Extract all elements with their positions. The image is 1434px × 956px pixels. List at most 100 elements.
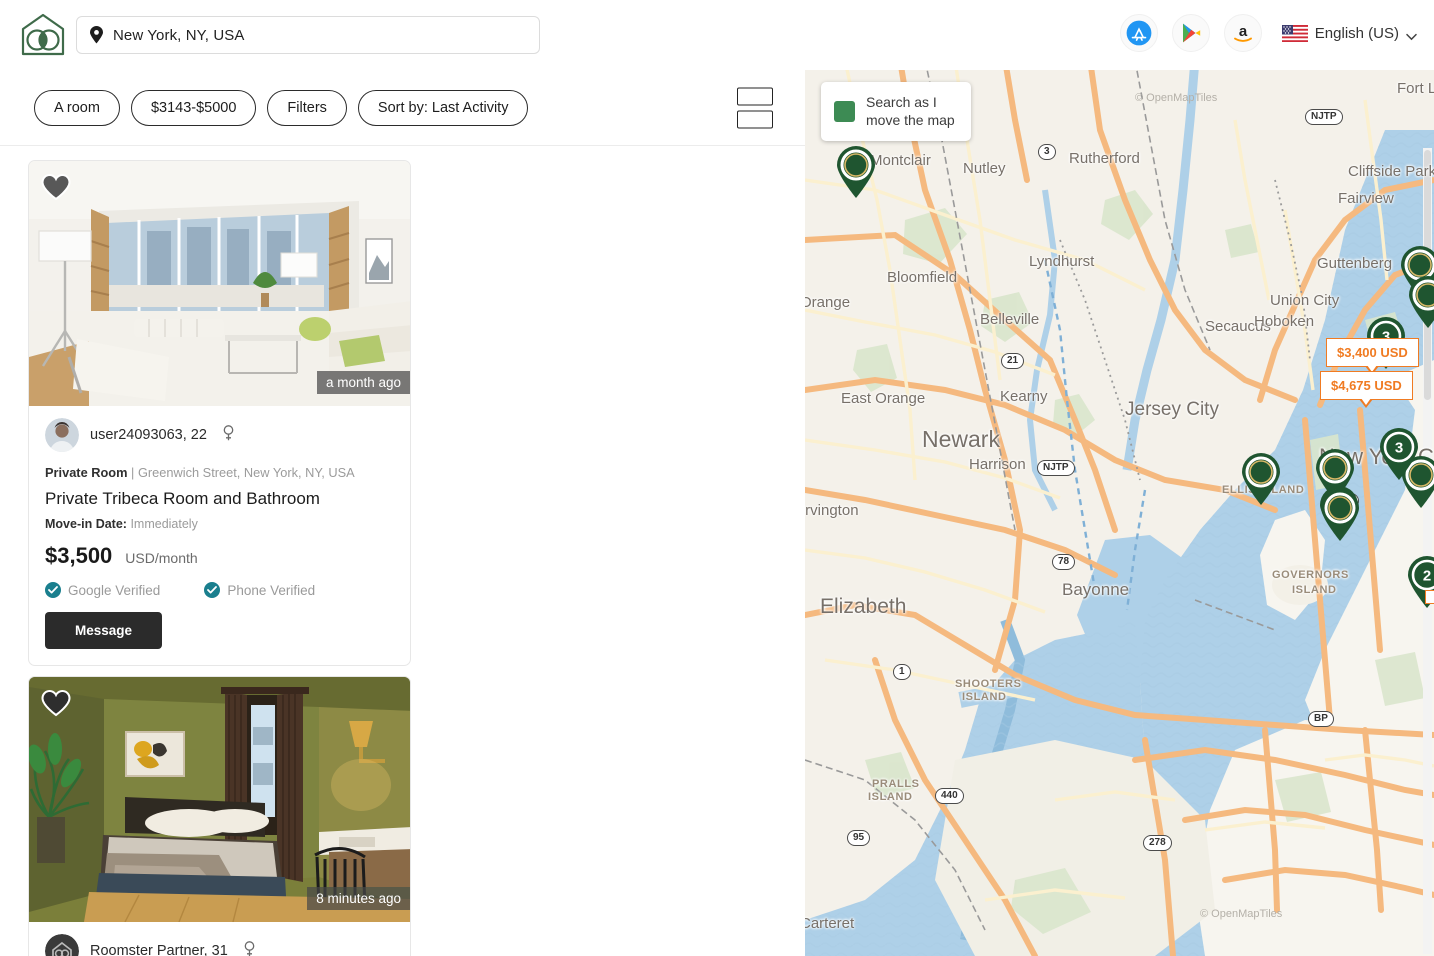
map-route-shield: 78	[1052, 554, 1076, 570]
language-label: English (US)	[1314, 24, 1399, 42]
listing-user-row[interactable]: user24093063, 22	[45, 418, 394, 452]
listing-card[interactable]: 8 minutes ago Roomster Partner, 31 Priva…	[28, 676, 411, 956]
search-as-i-move-toggle[interactable]: Search as I move the map	[821, 82, 971, 141]
listing-price-row: $3,500 USD/month	[45, 543, 394, 569]
search-move-line1: Search as I	[866, 94, 937, 110]
map-route-shield: NJTP	[1037, 460, 1075, 476]
listing-price-unit: USD/month	[125, 550, 198, 566]
map-place-label: Hoboken	[1254, 313, 1315, 330]
map-route-shield: NJTP	[1305, 109, 1343, 125]
map-place-label: Carteret	[805, 915, 855, 932]
listing-timestamp: a month ago	[316, 371, 410, 394]
listing-details: user24093063, 22 Private Room | Greenwic…	[29, 406, 410, 665]
roomster-logo-icon[interactable]	[18, 10, 68, 60]
map-panel[interactable]: Montclair Nutley Rutherford Bloomfield Lyndh…	[805, 60, 1434, 956]
map-place-label: GOVERNORS	[1272, 569, 1349, 581]
map-place-label: Fairview	[1338, 190, 1394, 207]
map-price-tag-partial[interactable]	[1425, 590, 1434, 604]
view-mode-grid-button[interactable]	[737, 110, 773, 128]
location-search-box[interactable]: New York, NY, USA	[76, 16, 540, 54]
map-place-label: SHOOTERS	[955, 678, 1022, 690]
map-place-label: Fort Lee	[1397, 80, 1434, 97]
movein-label: Move-in Date:	[45, 517, 127, 531]
listing-username: Roomster Partner, 31	[90, 943, 228, 956]
check-icon	[204, 582, 221, 598]
listing-title[interactable]: Private Tribeca Room and Bathroom	[45, 489, 394, 509]
filter-chip-sort[interactable]: Sort by: Last Activity	[357, 89, 529, 126]
verification-badge: Google Verified	[45, 582, 160, 598]
listings-panel: a month ago user24093063, 22 Private Roo…	[0, 146, 805, 956]
map-place-label: Nutley	[963, 160, 1006, 177]
us-flag-icon	[1281, 24, 1308, 42]
filter-bar: A room $3143-$5000 Filters Sort by: Last…	[0, 70, 805, 146]
verification-label: Phone Verified	[227, 582, 316, 598]
listing-photo[interactable]: 8 minutes ago	[29, 677, 410, 922]
search-move-line2: move the map	[866, 112, 955, 129]
map-place-label: Cliffside Park	[1348, 163, 1434, 180]
search-as-i-move-label: Search as I move the map	[866, 93, 955, 130]
map-attribution: © OpenMapTiles	[1200, 908, 1283, 920]
photo-green-bedroom	[29, 677, 410, 922]
listing-verifications: Google Verified Phone Verified	[45, 582, 394, 598]
filter-chip-filters[interactable]: Filters	[267, 89, 347, 126]
chevron-down-icon[interactable]	[1406, 28, 1417, 41]
filter-chip-room[interactable]: A room	[34, 89, 120, 126]
amazon-appstore-icon[interactable]: a	[1223, 14, 1262, 52]
view-mode-toggle[interactable]	[737, 87, 773, 128]
map-place-label: Jersey City	[1125, 399, 1219, 420]
message-button[interactable]: Message	[45, 612, 163, 649]
map-place-label: Belleville	[980, 311, 1040, 328]
map-price-tag[interactable]: $3,400 USD	[1326, 338, 1419, 375]
listing-room-type: Private Room	[45, 465, 128, 480]
listing-timestamp: 8 minutes ago	[307, 887, 410, 910]
photo-living-room	[29, 161, 410, 406]
location-search-input[interactable]: New York, NY, USA	[113, 27, 245, 44]
app-store-icon[interactable]	[1119, 14, 1158, 52]
favorite-heart-icon[interactable]	[41, 689, 71, 717]
map-place-label: ISLAND	[962, 691, 1007, 703]
map-place-label: ISLAND	[1292, 584, 1337, 596]
map-place-label: Harrison	[969, 456, 1026, 473]
listing-photo[interactable]: a month ago	[29, 161, 410, 406]
cluster-count: 3	[1395, 440, 1403, 457]
female-gender-icon	[244, 940, 255, 956]
map-place-label: East Orange	[841, 390, 926, 407]
map-place-label: Newark	[922, 426, 1000, 452]
view-mode-list-button[interactable]	[737, 87, 773, 105]
map-place-label: Elizabeth	[820, 595, 907, 618]
verification-label: Google Verified	[68, 582, 161, 598]
map-route-shield: 278	[1143, 835, 1172, 851]
favorite-heart-icon[interactable]	[41, 173, 71, 201]
map-price-tag[interactable]: $4,675 USD	[1320, 371, 1413, 408]
map-route-shield: 1	[893, 664, 911, 680]
filter-chip-price[interactable]: $3143-$5000	[130, 89, 257, 126]
map-place-label: Guttenberg	[1317, 255, 1393, 272]
google-play-icon[interactable]	[1171, 14, 1210, 52]
female-gender-icon	[223, 424, 234, 446]
listing-user-row[interactable]: Roomster Partner, 31	[45, 934, 394, 956]
checkbox-checked-icon[interactable]	[821, 82, 855, 122]
map-place-label: Irvington	[805, 502, 859, 519]
listing-username: user24093063, 22	[90, 427, 207, 443]
roomster-app: Montclair Nutley Rutherford Bloomfield Lyndh…	[0, 0, 1434, 956]
map-place-label: Union City	[1270, 292, 1340, 309]
map-place-label: Kearny	[1000, 388, 1048, 405]
listing-card[interactable]: a month ago user24093063, 22 Private Roo…	[28, 160, 411, 666]
map-route-shield: BP	[1308, 711, 1334, 727]
verification-badge: Phone Verified	[204, 582, 315, 598]
map-place-label: Bloomfield	[887, 269, 958, 286]
map-place-label: Bayonne	[1062, 580, 1130, 599]
map-attribution: © OpenMapTiles	[1135, 92, 1218, 104]
cluster-count: 2	[1423, 568, 1431, 585]
map-place-label: PRALLS	[872, 778, 920, 790]
map-place-label: ISLAND	[868, 791, 913, 803]
map-place-label: Montclair	[870, 152, 931, 169]
avatar	[45, 934, 79, 956]
header-right-cluster: a English (US)	[1119, 14, 1417, 52]
listing-details: Roomster Partner, 31 Private Room | West…	[29, 922, 410, 956]
map-route-shield: 440	[935, 788, 964, 804]
check-icon	[45, 582, 61, 598]
map-route-shield: 3	[1038, 144, 1056, 160]
language-selector[interactable]: English (US)	[1281, 24, 1417, 42]
map-place-label: Lyndhurst	[1029, 253, 1095, 270]
